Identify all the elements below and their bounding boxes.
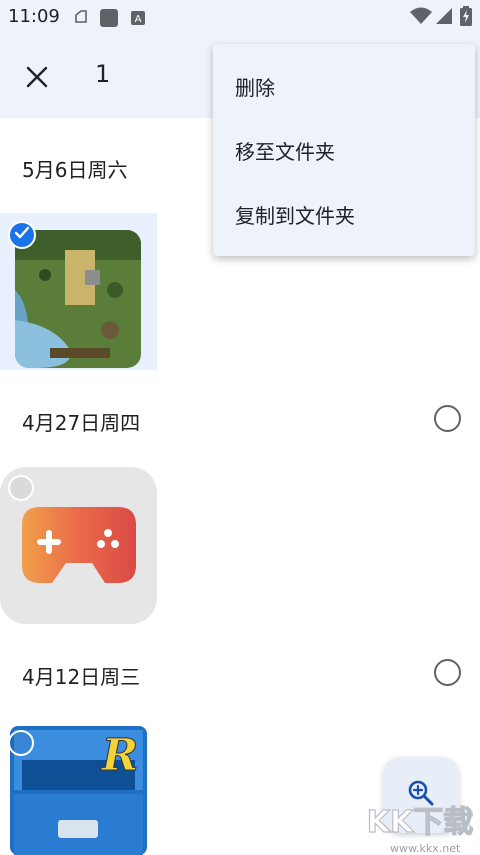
check-icon xyxy=(14,225,30,245)
notification-icon xyxy=(72,8,90,30)
svg-text:R: R xyxy=(100,730,139,781)
close-icon xyxy=(26,66,48,92)
selected-check[interactable] xyxy=(8,221,36,249)
gallery-selection-screen: 11:09 A 1 5月6日周六 4月27日周四 4月12日周三 R KK下载 … xyxy=(0,0,480,855)
photo-tile-selected[interactable] xyxy=(0,213,157,370)
item-select-radio[interactable] xyxy=(8,475,34,501)
battery-charging-icon xyxy=(460,6,472,30)
menu-item-move-to-folder[interactable]: 移至文件夹 xyxy=(213,118,475,182)
date-header: 4月27日周四 xyxy=(22,411,141,435)
selected-count: 1 xyxy=(95,60,111,88)
status-bar: 11:09 A xyxy=(0,0,480,40)
menu-item-copy-to-folder[interactable]: 复制到文件夹 xyxy=(213,182,475,246)
watermark-text: www.kkx.net xyxy=(390,842,461,855)
status-time: 11:09 xyxy=(8,6,60,27)
signal-icon xyxy=(436,8,452,28)
menu-item-delete[interactable]: 删除 xyxy=(213,54,475,118)
close-selection-button[interactable] xyxy=(18,60,56,98)
svg-text:A: A xyxy=(135,14,142,25)
date-header: 4月12日周三 xyxy=(22,665,141,689)
map-thumbnail xyxy=(15,230,141,368)
wifi-icon xyxy=(410,7,432,29)
keyboard-a-icon: A xyxy=(131,10,145,29)
date-header: 5月6日周六 xyxy=(22,158,128,182)
photo-tile[interactable] xyxy=(0,467,157,624)
overflow-menu: 删除 移至文件夹 复制到文件夹 xyxy=(213,44,475,256)
group-select-radio[interactable] xyxy=(434,405,461,432)
item-select-radio[interactable] xyxy=(8,730,34,756)
group-select-radio[interactable] xyxy=(434,659,461,686)
app-icon xyxy=(99,8,119,32)
photo-tile[interactable]: R xyxy=(0,720,157,855)
svg-text:KK下载: KK下载 xyxy=(367,805,474,840)
